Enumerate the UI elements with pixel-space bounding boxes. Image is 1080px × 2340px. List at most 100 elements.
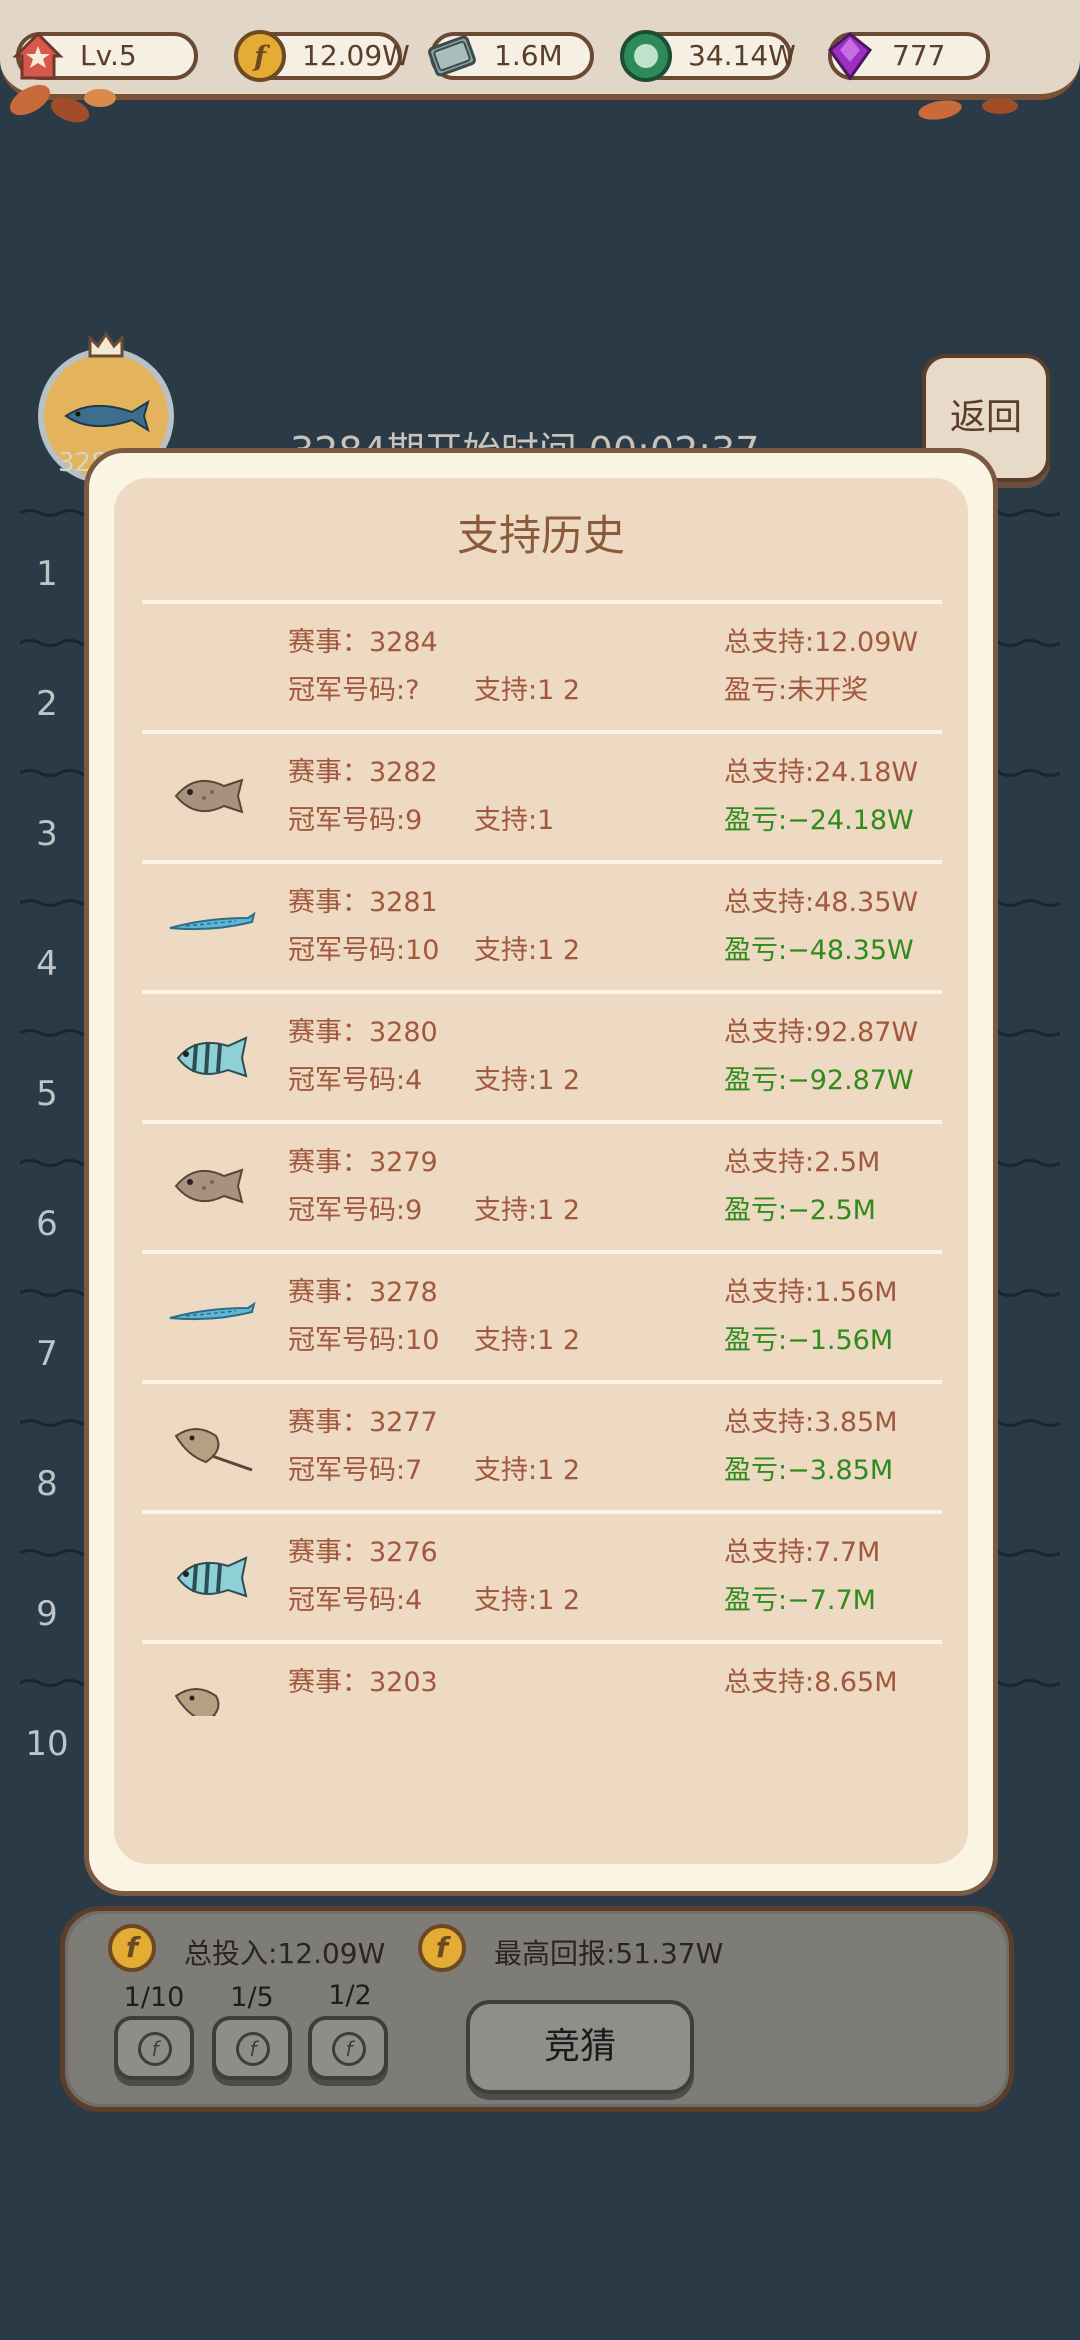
record-match: 赛事：3277 [288,1407,438,1438]
record-match: 赛事：3280 [288,1017,438,1048]
record-match: 赛事：3276 [288,1537,438,1568]
record-support: 支持:1 2 [474,1585,581,1616]
history-record[interactable]: 赛事：3278 冠军号码:10 支持:1 2 总支持:1.56M 盈亏:−1.56M [114,1256,968,1386]
record-total-support: 总支持:7.7M [724,1537,881,1568]
history-record-list[interactable]: 赛事：3284 冠军号码:? 支持:1 2 总支持:12.09W 盈亏:未开奖 赛事：32… [114,600,968,1716]
record-match: 赛事：3282 [288,757,438,788]
bet-one-fifth-button[interactable]: f [212,2016,292,2080]
race-row-number: 5 [36,1074,58,1114]
fraction-label-2: 1/5 [230,1982,274,2013]
flounder-fish-icon [174,778,244,814]
record-divider [142,1120,942,1124]
record-total-support: 总支持:24.18W [724,757,919,788]
bet-one-tenth-button[interactable]: f [114,2016,194,2080]
record-total-support: 总支持:92.87W [724,1017,919,1048]
race-row-number: 6 [36,1204,58,1244]
pufferfish-fish-icon [176,1556,248,1598]
record-divider [142,600,942,604]
record-divider [142,1380,942,1384]
coin-pill[interactable]: f 12.09W [234,30,410,82]
record-profit-loss: 盈亏:−1.56M [724,1325,894,1356]
history-record[interactable]: 赛事：3280 冠军号码:4 支持:1 2 总支持:92.87W 盈亏:−92.87W [114,996,968,1126]
record-support: 支持:1 2 [474,1195,581,1226]
record-total-support: 总支持:3.85M [724,1407,898,1438]
race-row-number: 3 [36,814,58,854]
record-match: 赛事：3203 [288,1667,438,1698]
record-total-support: 总支持:2.5M [724,1147,881,1178]
record-profit-loss: 盈亏:−2.5M [724,1195,876,1226]
race-row-number: 2 [36,684,58,724]
record-match: 赛事：3279 [288,1147,438,1178]
coin-icon: f [332,2032,366,2066]
max-return-text: 最高回报:51.37W [494,1937,724,1970]
coin-icon: f [418,1924,466,1972]
dialog-title: 支持历史 [456,511,625,560]
record-match: 赛事：3281 [288,887,438,918]
record-total-support: 总支持:1.56M [724,1277,898,1308]
record-divider [142,1640,942,1644]
coin-amount: 12.09W [302,39,410,72]
cash-stack-icon [428,35,476,77]
history-record[interactable]: 赛事：3277 冠军号码:7 支持:1 2 总支持:3.85M 盈亏:−3.85M [114,1386,968,1516]
gem-icon [827,32,873,81]
record-total-support: 总支持:8.65M [724,1667,898,1698]
needlefish-fish-icon [169,1301,256,1321]
guess-button[interactable]: 竞猜 [466,2000,694,2094]
history-record[interactable]: 赛事：3279 冠军号码:9 支持:1 2 总支持:2.5M 盈亏:−2.5M [114,1126,968,1256]
race-row-number: 10 [25,1724,69,1764]
record-divider [142,860,942,864]
leaves-decoration-left [10,84,116,123]
coin-icon: f [138,2032,172,2066]
record-support: 支持:1 2 [474,1455,581,1486]
needlefish-fish-icon [169,911,256,931]
history-record[interactable]: 赛事：3284 冠军号码:? 支持:1 2 总支持:12.09W 盈亏:未开奖 [114,606,968,736]
record-total-support: 总支持:48.35W [724,887,919,918]
record-divider [142,1250,942,1254]
record-support: 支持:1 2 [474,1325,581,1356]
total-input-text: 总投入:12.09W [184,1937,386,1970]
bet-one-half-button[interactable]: f [308,2016,388,2080]
history-record[interactable]: 赛事：3282 冠军号码:9 支持:1 总支持:24.18W 盈亏:−24.18W [114,736,968,866]
pufferfish-fish-icon [176,1036,248,1078]
record-profit-loss: 盈亏:未开奖 [724,675,869,706]
record-champion-number: 冠军号码:10 [288,935,440,966]
record-champion-number: 冠军号码:10 [288,1325,440,1356]
fraction-label-3: 1/2 [328,1980,372,2011]
record-support: 支持:3 4 6 9 10 [474,1708,675,1716]
record-support: 支持:1 2 [474,935,581,966]
race-row-number: 9 [36,1594,58,1634]
history-record[interactable]: 赛事：3281 冠军号码:10 支持:1 2 总支持:48.35W 盈亏:−48.35W [114,866,968,996]
record-profit-loss: 盈亏:−24.18W [724,805,914,836]
record-champion-number: 冠军号码:7 [288,1708,422,1716]
gem-amount: 777 [892,39,946,72]
record-champion-number: 冠军号码:9 [288,1195,423,1226]
gem-pill[interactable]: 777 [827,32,990,81]
record-champion-number: 冠军号码:9 [288,805,423,836]
record-divider [142,730,942,734]
record-profit-loss: 盈亏:−7.7M [724,1585,876,1616]
record-champion-number: 冠军号码:? [288,675,420,706]
coin-icon: f [108,1924,156,1972]
chip-pill[interactable]: 34.14W [620,30,796,82]
cash-pill[interactable]: 1.6M [428,32,594,80]
record-support: 支持:1 [474,805,555,836]
race-row-number: 4 [36,944,58,984]
record-champion-number: 冠军号码:4 [288,1585,423,1616]
record-support: 支持:1 2 [474,675,581,706]
race-row-number: 7 [36,1334,58,1374]
record-total-support: 总支持:12.09W [724,627,919,658]
record-match: 赛事：3284 [288,627,438,658]
record-profit-loss: 盈亏:−92.87W [724,1065,914,1096]
coin-icon: f [236,2032,270,2066]
history-record[interactable]: 赛事：3203 冠军号码:7 支持:3 4 6 9 10 总支持:8.65M 盈亏:−8… [114,1646,968,1716]
history-record[interactable]: 赛事：3276 冠军号码:4 支持:1 2 总支持:7.7M 盈亏:−7.7M [114,1516,968,1646]
record-profit-loss: 盈亏:−48.35W [724,935,914,966]
record-match: 赛事：3278 [288,1277,438,1308]
crown-icon [88,331,124,358]
record-divider [142,990,942,994]
record-profit-loss: 盈亏:−8.65M [724,1708,893,1716]
record-champion-number: 冠军号码:7 [288,1455,423,1486]
tuna-fish-icon [64,399,150,433]
stingray-fish-icon [174,1688,220,1716]
race-row-number: 8 [36,1464,58,1504]
